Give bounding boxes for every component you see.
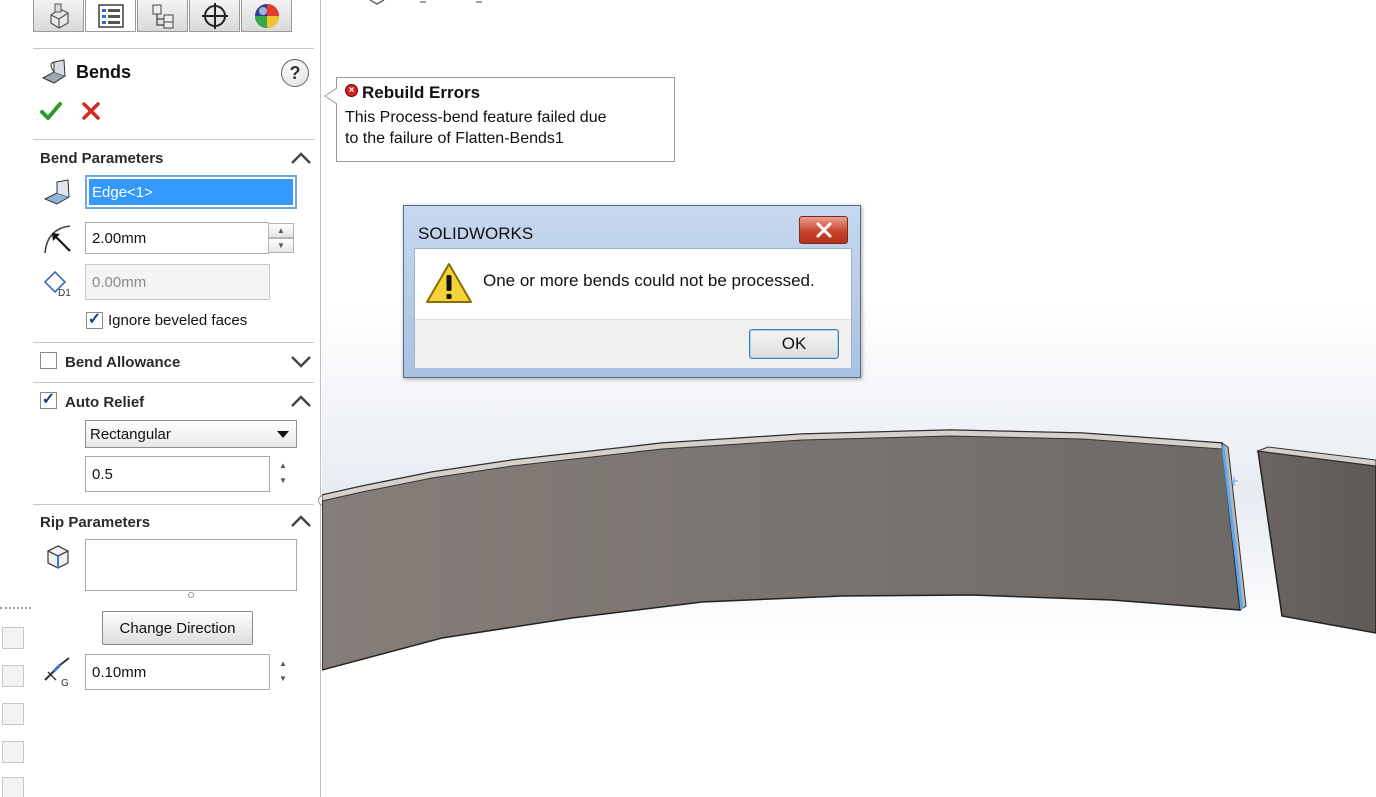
bends-feature-icon: [41, 59, 67, 84]
tab-property-manager[interactable]: [85, 0, 136, 32]
rip-gap-input[interactable]: 0.10mm: [85, 654, 270, 690]
expand-down-icon[interactable]: [290, 355, 312, 369]
view-cube-icon[interactable]: [2, 703, 24, 725]
cancel-button[interactable]: [81, 100, 101, 126]
property-manager-icon: [97, 3, 124, 28]
dialog-body: One or more bends could not be processed…: [414, 248, 852, 368]
part-face-secondary: [1257, 450, 1376, 634]
rebuild-errors-tooltip: × Rebuild Errors This Process-bend featu…: [324, 77, 675, 162]
fixed-face-field[interactable]: Edge<1>: [85, 175, 297, 209]
relief-ratio-stepper[interactable]: ▲ ▼: [270, 458, 296, 488]
red-x-icon: [82, 102, 100, 120]
bend-radius-stepper[interactable]: ▲ ▼: [268, 223, 294, 253]
collapse-up-icon[interactable]: [290, 394, 312, 408]
rip-gap-stepper[interactable]: ▲ ▼: [270, 656, 296, 686]
dialog-close-button[interactable]: [799, 216, 848, 244]
dialog-title: SOLIDWORKS: [418, 224, 534, 243]
dialog-message: One or more bends could not be processed…: [483, 271, 815, 290]
manager-tabbar: [33, 0, 293, 32]
close-icon: [816, 222, 831, 238]
rip-parameters-header[interactable]: Rip Parameters: [40, 514, 150, 531]
divider: [33, 382, 314, 383]
origin-indicator-icon: [369, 0, 385, 5]
checkmark-icon: ✓: [87, 310, 102, 328]
divider: [33, 504, 314, 505]
checkmark-icon: ✓: [41, 390, 56, 408]
view-cube-icon[interactable]: [2, 665, 24, 687]
configuration-manager-icon: [152, 4, 173, 28]
spin-up-icon[interactable]: ▲: [270, 656, 296, 671]
spin-up-icon[interactable]: ▲: [270, 458, 296, 473]
ok-button[interactable]: [40, 100, 62, 126]
help-icon: ?: [289, 62, 301, 83]
rebuild-errors-title: × Rebuild Errors: [345, 83, 674, 103]
spin-down-icon[interactable]: ▼: [268, 238, 294, 253]
property-manager-panel: Bends ? Bend Parameters Edge<1> 2.00mm ▲…: [0, 0, 321, 797]
rebuild-errors-line1: This Process-bend feature failed due: [345, 109, 607, 126]
view-cube-icon[interactable]: [2, 741, 24, 763]
bend-radius-input[interactable]: 2.00mm: [85, 222, 269, 254]
tab-configuration-manager[interactable]: [137, 0, 188, 32]
rip-gap-icon: G: [44, 657, 70, 688]
display-manager-icon: [254, 3, 279, 28]
spin-down-icon[interactable]: ▼: [270, 671, 296, 686]
spin-up-icon[interactable]: ▲: [268, 223, 294, 238]
spin-down-icon[interactable]: ▼: [270, 473, 296, 488]
dialog-ok-button[interactable]: OK: [749, 329, 839, 359]
page-title: Bends: [76, 61, 132, 82]
collapse-up-icon[interactable]: [290, 514, 312, 528]
fixed-face-icon: [43, 179, 71, 205]
solidworks-dialog: SOLIDWORKS One or more bends could not b…: [403, 205, 861, 378]
view-cube-icon[interactable]: [2, 777, 24, 797]
change-direction-button[interactable]: Change Direction: [102, 611, 253, 645]
collapse-up-icon[interactable]: [290, 151, 312, 165]
rip-edges-field[interactable]: [85, 539, 297, 591]
bend-radius-icon: [44, 225, 71, 254]
dimxpert-manager-icon: [201, 2, 228, 29]
relief-type-value: Rectangular: [90, 425, 171, 443]
part-face-main: [322, 429, 1241, 671]
help-button[interactable]: ?: [281, 59, 309, 87]
bend-allowance-checkbox[interactable]: [40, 352, 57, 369]
relief-ratio-input[interactable]: 0.5: [85, 456, 270, 492]
tab-feature-manager[interactable]: [33, 0, 84, 32]
relief-type-dropdown[interactable]: Rectangular: [85, 420, 297, 448]
tab-dimxpert-manager[interactable]: [189, 0, 240, 32]
svg-text:G: G: [61, 678, 69, 688]
svg-text:D1: D1: [58, 288, 71, 298]
auto-relief-checkbox[interactable]: ✓: [40, 390, 57, 409]
bend-parameters-header[interactable]: Bend Parameters: [40, 150, 163, 167]
dialog-footer: OK: [415, 319, 851, 368]
resize-handle[interactable]: [188, 592, 194, 598]
dotted-separator: [0, 607, 31, 609]
divider: [33, 48, 314, 49]
k-factor-input: 0.00mm: [85, 264, 270, 300]
tab-display-manager[interactable]: [241, 0, 292, 32]
view-cube-icon[interactable]: [2, 627, 24, 649]
dropdown-arrow-icon: [277, 431, 289, 438]
pm-title-row: Bends: [40, 58, 131, 86]
warning-icon: [426, 263, 472, 303]
divider: [33, 342, 314, 343]
ignore-beveled-label: Ignore beveled faces: [108, 312, 248, 329]
rip-edges-icon: [47, 545, 69, 569]
d1-dimension-icon: D1: [43, 270, 71, 298]
divider: [33, 139, 314, 140]
green-check-icon: [40, 102, 62, 120]
auto-relief-header[interactable]: Auto Relief: [65, 394, 144, 411]
ignore-beveled-checkbox[interactable]: ✓: [86, 310, 103, 329]
tooltip-pointer: [324, 87, 337, 105]
bend-allowance-header[interactable]: Bend Allowance: [65, 354, 180, 371]
rebuild-errors-line2: to the failure of Flatten-Bends1: [345, 130, 564, 147]
error-icon: ×: [345, 83, 358, 97]
feature-manager-icon: [49, 3, 69, 29]
